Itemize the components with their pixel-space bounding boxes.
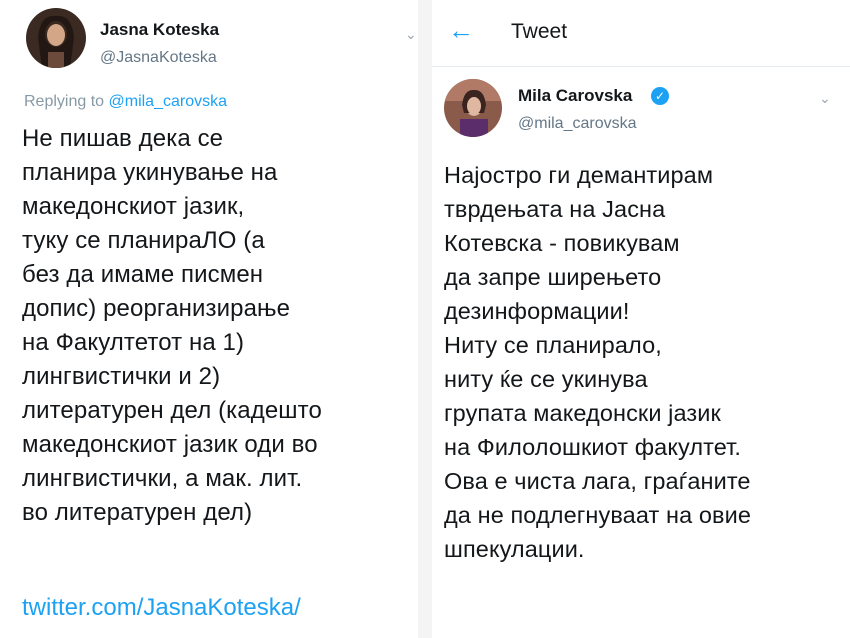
avatar[interactable]: [26, 8, 86, 68]
verified-badge-icon: ✓: [651, 87, 669, 105]
chevron-down-icon[interactable]: ⌄: [405, 26, 417, 43]
author-name[interactable]: Jasna Koteska: [100, 20, 219, 40]
author-handle[interactable]: @JasnaKoteska: [100, 49, 217, 67]
arrow-left-icon[interactable]: ←: [448, 14, 474, 46]
panel-divider: [418, 0, 432, 638]
replying-to: Replying to @mila_carovska: [24, 93, 227, 111]
author-handle[interactable]: @mila_carovska: [518, 115, 637, 133]
replying-to-label: Replying to: [24, 93, 109, 110]
tweet-header-bar: ← Tweet: [432, 0, 850, 67]
chevron-down-icon[interactable]: ⌄: [819, 90, 831, 107]
tweet-text: Најостро ги демантирам тврдењата на Јасн…: [444, 162, 752, 562]
avatar[interactable]: [444, 79, 502, 137]
right-tweet-panel: ← Tweet Mila Carovska ✓ @mila_carovska ⌄…: [432, 0, 850, 638]
tweet-link[interactable]: twitter.com/JasnaKoteska/: [22, 591, 301, 625]
page-title: Tweet: [511, 20, 568, 43]
tweet-text: Не пишав дека се планира укинување на ма…: [22, 125, 322, 526]
replying-to-mention[interactable]: @mila_carovska: [109, 93, 228, 110]
left-tweet-panel: Jasna Koteska @JasnaKoteska ⌄ Replying t…: [0, 0, 418, 638]
author-name[interactable]: Mila Carovska: [518, 86, 632, 106]
